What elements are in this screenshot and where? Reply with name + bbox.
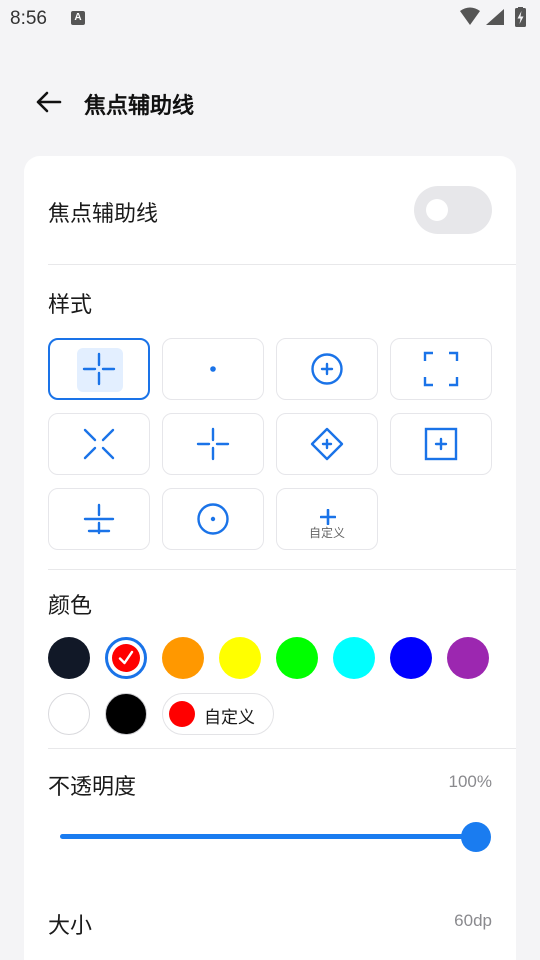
checkmark-icon: [118, 650, 134, 665]
color-swatch-orange[interactable]: [162, 637, 204, 679]
app-header: 焦点辅助线: [0, 78, 540, 126]
color-swatch-dark-navy[interactable]: [48, 637, 90, 679]
style-section-label: 样式: [48, 293, 93, 318]
style-option-dot[interactable]: [162, 338, 264, 400]
color-swatch-purple[interactable]: [447, 637, 489, 679]
style-option-crosshair[interactable]: [48, 338, 150, 400]
wifi-icon: [460, 7, 480, 25]
size-label: 大小: [48, 914, 93, 939]
opacity-slider-thumb[interactable]: [461, 822, 491, 852]
center-dot-icon: [210, 366, 216, 372]
divider: [48, 569, 516, 570]
custom-color-button[interactable]: 自定义: [162, 693, 274, 735]
crosshair-gap-icon: [82, 352, 116, 386]
back-button[interactable]: [28, 84, 68, 120]
style-option-custom[interactable]: 自定义: [276, 488, 378, 550]
color-swatch-green[interactable]: [276, 637, 318, 679]
settings-card: 焦点辅助线 样式 自定义 颜色 自定义 不透明度 100% 大小 60dp: [24, 156, 516, 960]
toggle-knob: [426, 199, 448, 221]
custom-style-label: 自定义: [308, 526, 345, 540]
style-option-cross[interactable]: [162, 413, 264, 475]
focus-guide-toggle[interactable]: [414, 186, 492, 234]
opacity-label: 不透明度: [48, 775, 137, 800]
style-option-diamond[interactable]: [276, 413, 378, 475]
color-swatch-yellow[interactable]: [219, 637, 261, 679]
diamond-plus-icon: [310, 427, 344, 461]
corner-brackets-icon: [423, 351, 459, 387]
color-swatch-blue[interactable]: [390, 637, 432, 679]
custom-color-dot: [169, 701, 195, 727]
color-swatch-cyan[interactable]: [333, 637, 375, 679]
status-time: 8:56: [10, 8, 47, 29]
notification-app-icon: A: [71, 11, 85, 25]
color-swatch-black[interactable]: [105, 693, 147, 735]
circle-plus-icon: [311, 353, 343, 385]
style-option-corners[interactable]: [390, 338, 492, 400]
style-option-diagonal[interactable]: [48, 413, 150, 475]
color-section-label: 颜色: [48, 594, 93, 619]
status-bar: 8:56 A: [0, 0, 540, 38]
divider: [48, 264, 516, 265]
color-swatch-white[interactable]: [48, 693, 90, 735]
arrow-left-icon: [36, 91, 62, 113]
diagonal-x-icon: [83, 428, 115, 460]
circle-dot-icon: [197, 503, 229, 535]
status-icons: [460, 7, 526, 27]
style-option-circle-dot[interactable]: [162, 488, 264, 550]
opacity-value: 100%: [448, 772, 492, 791]
horizon-lines-icon: [83, 503, 115, 535]
style-option-square[interactable]: [390, 413, 492, 475]
page-title: 焦点辅助线: [84, 94, 195, 119]
focus-guide-label: 焦点辅助线: [48, 202, 159, 227]
custom-color-label: 自定义: [204, 708, 255, 728]
custom-plus-icon: [320, 509, 336, 525]
style-option-horizon[interactable]: [48, 488, 150, 550]
size-value: 60dp: [454, 911, 492, 930]
opacity-slider-track[interactable]: [60, 834, 478, 839]
cross-gap-icon: [196, 427, 230, 461]
square-plus-icon: [424, 427, 458, 461]
divider: [48, 748, 516, 749]
cellular-signal-icon: [486, 9, 504, 25]
color-swatch-red[interactable]: [105, 637, 147, 679]
style-option-circle-plus[interactable]: [276, 338, 378, 400]
